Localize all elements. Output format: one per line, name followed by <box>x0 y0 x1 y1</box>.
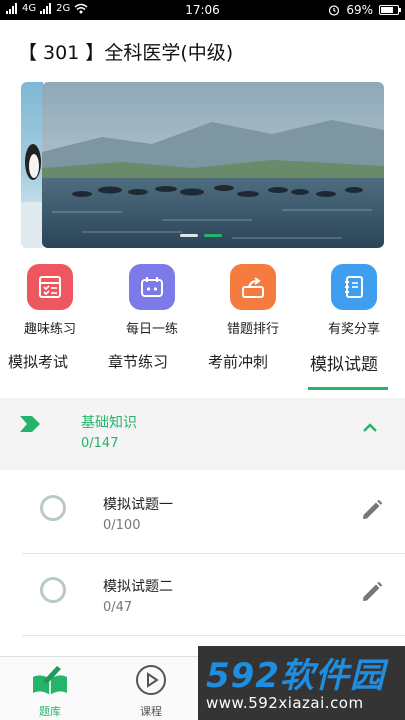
nav-label: 题库 <box>39 705 61 718</box>
quick-action-practice[interactable]: 趣味练习 <box>10 262 90 337</box>
alarm-icon <box>329 5 340 16</box>
battery-icon <box>379 5 401 15</box>
exam-count: 0/100 <box>103 518 141 533</box>
exam-title: 模拟试题二 <box>103 579 173 595</box>
daily-calendar-icon <box>129 264 175 310</box>
book-pen-icon <box>33 666 67 695</box>
watermark-logo: 592软件园 www.592xiazai.com <box>198 646 405 720</box>
status-bar: 4G 2G 17:06 69% <box>0 0 405 20</box>
quick-action-label: 趣味练习 <box>23 322 76 337</box>
chevron-up-icon[interactable] <box>362 422 378 434</box>
watermark-url: www.592xiazai.com <box>206 694 364 712</box>
watermark-brand-text: 592软件园 <box>206 656 385 696</box>
nav-question-bank[interactable]: 题库 <box>20 663 80 719</box>
tab-bar: 模拟考试 章节练习 考前冲刺 模拟试题 <box>0 345 405 393</box>
ranking-share-icon <box>230 264 276 310</box>
tab-mock-exam[interactable]: 模拟考试 <box>8 351 68 372</box>
battery-fill <box>381 7 393 13</box>
banner-indicator <box>180 234 222 237</box>
quick-action-share[interactable]: 有奖分享 <box>314 262 394 337</box>
quick-action-label: 有奖分享 <box>327 322 380 337</box>
pencil-icon[interactable] <box>360 580 384 604</box>
play-circle-icon <box>136 665 166 695</box>
nav-course[interactable]: 课程 <box>121 663 181 719</box>
battery-percent: 69% <box>346 3 373 17</box>
tab-mock-questions[interactable]: 模拟试题 <box>310 350 378 375</box>
radio-circle-icon[interactable] <box>40 577 66 603</box>
pencil-icon[interactable] <box>360 498 384 522</box>
quick-actions: 趣味练习 每日一练 错题排行 有奖分享 <box>0 262 405 338</box>
section-title: 基础知识 <box>81 415 137 431</box>
indicator-dot <box>180 234 198 237</box>
exam-title: 模拟试题一 <box>103 497 173 513</box>
exam-count: 0/47 <box>103 600 133 615</box>
tab-pre-exam-sprint[interactable]: 考前冲刺 <box>208 351 268 372</box>
banner-slide[interactable] <box>42 82 384 248</box>
nav-label: 课程 <box>140 705 162 718</box>
divider <box>22 635 405 636</box>
banner-prev-slide[interactable] <box>21 82 43 248</box>
section-arrow-icon <box>20 416 40 432</box>
tab-chapter-practice[interactable]: 章节练习 <box>108 351 168 372</box>
section-header[interactable]: 基础知识 0/147 <box>0 398 405 470</box>
practice-form-icon <box>27 264 73 310</box>
penguin-image <box>21 144 43 248</box>
quick-action-ranking[interactable]: 错题排行 <box>213 262 293 337</box>
dolphins-image <box>42 82 384 248</box>
section-count: 0/147 <box>81 436 119 451</box>
status-right: 69% <box>328 3 401 17</box>
radio-circle-icon[interactable] <box>40 495 66 521</box>
watermark-brand: 592软件园 <box>206 648 385 697</box>
page-title: 【 301 】全科医学(中级) <box>18 42 234 64</box>
divider <box>22 553 405 554</box>
quick-action-label: 错题排行 <box>226 322 279 337</box>
list-item[interactable]: 模拟试题一 0/100 <box>22 474 405 554</box>
indicator-dot-active <box>204 234 222 237</box>
quick-action-daily[interactable]: 每日一练 <box>112 262 192 337</box>
quick-action-label: 每日一练 <box>125 322 178 337</box>
active-tab-indicator <box>308 387 388 390</box>
banner-carousel[interactable] <box>0 82 405 248</box>
notebook-icon <box>331 264 377 310</box>
list-item[interactable]: 模拟试题二 0/47 <box>22 556 405 636</box>
